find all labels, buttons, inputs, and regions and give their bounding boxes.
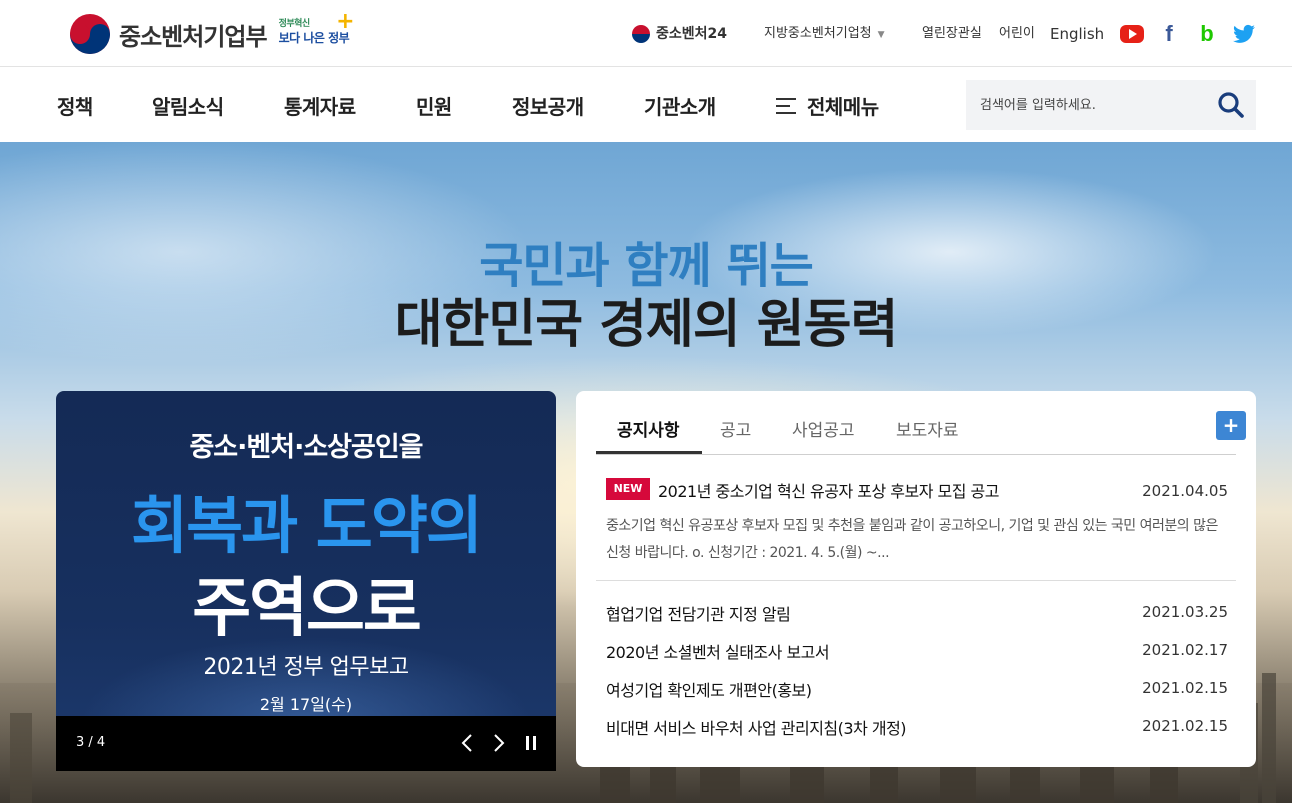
all-menu-button[interactable]: 전체메뉴 <box>776 91 879 120</box>
pause-icon[interactable] <box>520 730 542 756</box>
tab-press-release[interactable]: 보도자료 <box>896 416 959 441</box>
nav-news[interactable]: 알림소식 <box>152 91 224 120</box>
banner-line-4: 2021년 정부 업무보고 <box>203 655 409 680</box>
regional-office-dropdown[interactable]: 지방중소벤처기업청 ▼ <box>764 22 885 47</box>
banner-line-1: 중소·벤처·소상공인을 <box>189 432 423 463</box>
hero-section: 국민과 함께 뛰는 대한민국 경제의 원동력 중소·벤처·소상공인을 회복과 도… <box>0 142 1292 803</box>
sv24-link[interactable]: 중소벤처24 <box>632 22 727 46</box>
nav-civil-service[interactable]: 민원 <box>416 91 452 120</box>
tab-notice[interactable]: 공지사항 <box>617 416 680 441</box>
notice-title[interactable]: 협업기업 전담기관 지정 알림 <box>606 601 791 625</box>
active-tab-indicator <box>596 451 702 454</box>
promo-banner[interactable]: 중소·벤처·소상공인을 회복과 도약의 주역으로 2021년 정부 업무보고 2… <box>56 391 556 771</box>
notice-title[interactable]: 2020년 소셜벤처 실태조사 보고서 <box>606 639 830 663</box>
notice-tabs: 공지사항 공고 사업공고 보도자료 + <box>596 391 1246 455</box>
banner-line-5: 2월 17일(수) <box>259 695 353 714</box>
search-icon[interactable] <box>1216 90 1246 120</box>
list-item[interactable]: 2020년 소셜벤처 실태조사 보고서 2021.02.17 <box>606 639 1228 665</box>
banner-line-3: 주역으로 <box>192 572 422 646</box>
featured-notice-title[interactable]: 2021년 중소기업 혁신 유공자 포상 후보자 모집 공고 <box>658 478 1000 502</box>
minister-office-link[interactable]: 열린장관실 <box>922 22 982 46</box>
chevron-left-icon[interactable] <box>456 730 478 756</box>
nav-policy[interactable]: 정책 <box>57 91 93 120</box>
caret-down-icon: ▼ <box>877 30 885 40</box>
taegeuk-mini-icon <box>632 25 650 43</box>
blog-icon[interactable]: b <box>1195 21 1219 46</box>
notice-title[interactable]: 비대면 서비스 바우처 사업 관리지침(3차 개정) <box>606 715 907 739</box>
sv24-label: 중소벤처24 <box>656 26 728 42</box>
kids-link[interactable]: 어린이 <box>999 22 1035 46</box>
slide-counter: 3 / 4 <box>76 735 106 750</box>
nav-disclosure[interactable]: 정보공개 <box>512 91 584 120</box>
tab-announcement[interactable]: 공고 <box>720 416 751 441</box>
nav-statistics[interactable]: 통계자료 <box>284 91 356 120</box>
main-nav: 정책 알림소식 통계자료 민원 정보공개 기관소개 전체메뉴 <box>0 67 1292 142</box>
notice-panel: 공지사항 공고 사업공고 보도자료 + NEW 2021년 중소기업 혁신 유공… <box>576 391 1256 767</box>
tab-business-announcement[interactable]: 사업공고 <box>792 416 855 441</box>
notice-date: 2021.02.15 <box>1142 717 1228 735</box>
notice-date: 2021.03.25 <box>1142 603 1228 621</box>
regional-office-label: 지방중소벤처기업청 <box>764 26 872 41</box>
twitter-icon[interactable] <box>1232 22 1256 46</box>
banner-line-2: 회복과 도약의 <box>131 489 483 562</box>
hamburger-icon <box>776 97 796 114</box>
new-badge: NEW <box>606 478 650 500</box>
notice-title[interactable]: 여성기업 확인제도 개편안(홍보) <box>606 677 812 701</box>
facebook-icon[interactable]: f <box>1157 21 1181 46</box>
youtube-icon[interactable] <box>1120 25 1144 43</box>
hero-headline-2: 대한민국 경제의 원동력 <box>394 295 899 355</box>
list-item[interactable]: 협업기업 전담기관 지정 알림 2021.03.25 <box>606 601 1228 627</box>
banner-controls: 3 / 4 <box>56 716 556 771</box>
list-item[interactable]: 비대면 서비스 바우처 사업 관리지침(3차 개정) 2021.02.15 <box>606 715 1228 741</box>
featured-notice-desc: 중소기업 혁신 유공포상 후보자 모집 및 추천을 붙임과 같이 공고하오니, … <box>606 518 1218 561</box>
divider <box>596 580 1236 581</box>
list-item[interactable]: 여성기업 확인제도 개편안(홍보) 2021.02.15 <box>606 677 1228 703</box>
nav-about[interactable]: 기관소개 <box>644 91 716 120</box>
featured-notice-date: 2021.04.05 <box>1142 482 1228 500</box>
search-input[interactable] <box>966 80 1206 130</box>
notice-date: 2021.02.17 <box>1142 641 1228 659</box>
top-bar: 중소벤처기업부 정부혁신 보다 나은 정부 + 중소벤처24 지방중소벤처기업청… <box>0 0 1292 67</box>
notice-date: 2021.02.15 <box>1142 679 1228 697</box>
all-menu-label: 전체메뉴 <box>807 95 879 119</box>
english-link[interactable]: English <box>1050 22 1104 46</box>
search-box <box>966 80 1256 130</box>
chevron-right-icon[interactable] <box>488 730 510 756</box>
more-button[interactable]: + <box>1216 411 1246 440</box>
